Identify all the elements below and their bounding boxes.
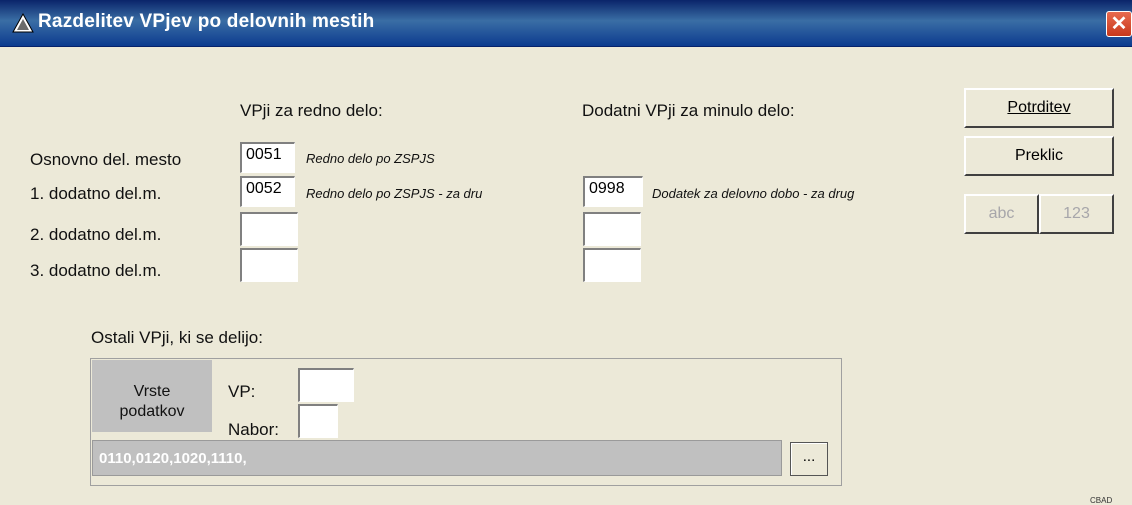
vrste-podatkov-label: Vrste podatkov <box>92 360 212 432</box>
confirm-button[interactable]: Potrditev <box>964 88 1114 128</box>
dod-code-field-dodatno-3[interactable] <box>583 248 641 282</box>
close-x-icon: ✕ <box>1110 13 1128 35</box>
row-label-osnovno: Osnovno del. mesto <box>30 150 182 169</box>
ostali-list-field[interactable]: 0110,0120,1020,1110, <box>92 440 782 476</box>
row-label-dodatno-3: 3. dodatno del.m. <box>30 261 162 280</box>
abc-button-label: abc <box>988 205 1015 222</box>
vrste-line-2: podatkov <box>119 403 185 420</box>
title-bar: Razdelitev VPjev po delovnih mestih ✕ <box>0 0 1132 47</box>
dod-desc-dodatno-1: Dodatek za delovno dobo - za drug <box>652 186 855 201</box>
redno-header: VPji za redno delo: <box>240 101 383 120</box>
nabor-field[interactable] <box>298 404 338 438</box>
browse-icon: ... <box>802 448 816 465</box>
vrste-line-1: Vrste <box>133 383 171 400</box>
num-button[interactable]: 123 <box>1039 194 1114 234</box>
dod-code-field-dodatno-1[interactable]: 0998 <box>583 176 643 207</box>
redno-desc-osnovno: Redno delo po ZSPJS <box>306 151 435 166</box>
dodatni-header: Dodatni VPji za minulo delo: <box>582 101 795 120</box>
dod-code-field-dodatno-2[interactable] <box>583 212 641 246</box>
redno-desc-dodatno-1: Redno delo po ZSPJS - za dru <box>306 186 483 201</box>
window-title: Razdelitev VPjev po delovnih mestih <box>38 11 375 32</box>
nabor-label: Nabor: <box>228 420 280 439</box>
cancel-button-label: Preklic <box>1014 147 1063 164</box>
num-button-label: 123 <box>1063 205 1090 222</box>
row-label-dodatno-2: 2. dodatno del.m. <box>30 225 162 244</box>
cancel-button[interactable]: Preklic <box>964 136 1114 176</box>
browse-button[interactable]: ... <box>790 442 828 476</box>
confirm-button-label: Potrditev <box>1007 99 1071 116</box>
redno-code-field-dodatno-1[interactable]: 0052 <box>240 176 295 207</box>
abc-button[interactable]: abc <box>964 194 1039 234</box>
redno-code-field-osnovno[interactable]: 0051 <box>240 142 295 173</box>
vp-field[interactable] <box>298 368 354 402</box>
close-button[interactable]: ✕ <box>1106 11 1132 37</box>
ostali-label: Ostali VPji, ki se delijo: <box>91 328 263 347</box>
warning-triangle-icon <box>12 13 34 33</box>
redno-code-field-dodatno-2[interactable] <box>240 212 298 246</box>
redno-code-field-dodatno-3[interactable] <box>240 248 298 282</box>
row-label-dodatno-1: 1. dodatno del.m. <box>30 184 162 203</box>
vp-label: VP: <box>228 382 256 401</box>
